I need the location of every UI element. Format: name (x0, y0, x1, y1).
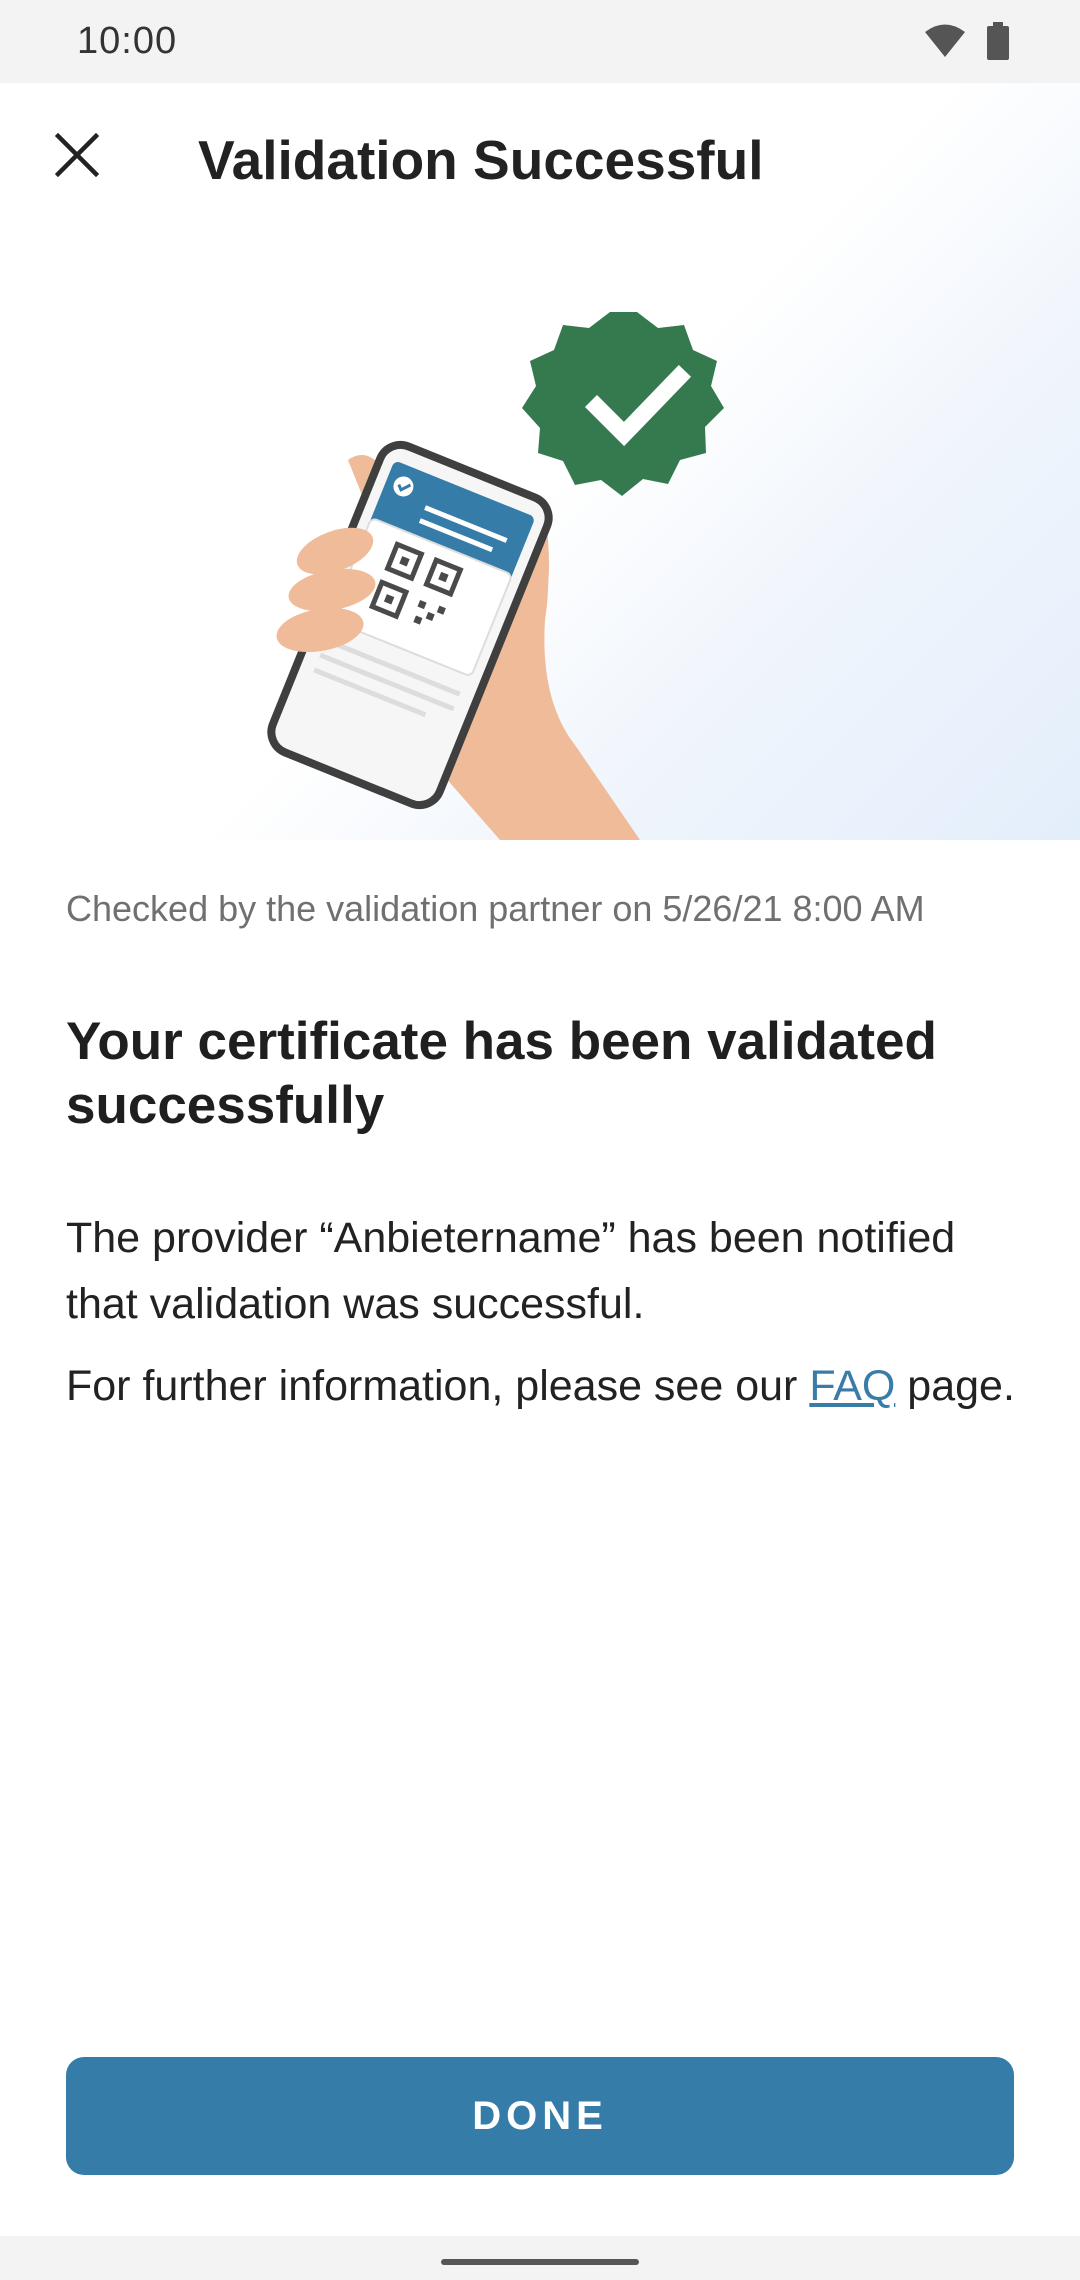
verified-badge-icon (522, 312, 724, 496)
page-title: Validation Successful (198, 129, 764, 191)
hand-holding-phone-illustration (267, 312, 724, 840)
done-button[interactable]: DONE (66, 2057, 1014, 2175)
navigation-bar (0, 2236, 1080, 2280)
faq-paragraph-prefix: For further information, please see our (66, 1362, 810, 1410)
faq-link[interactable]: FAQ (809, 1362, 895, 1410)
status-time: 10:00 (77, 20, 178, 62)
result-heading: Your certificate has been validated succ… (66, 1012, 937, 1135)
home-indicator[interactable] (441, 2259, 639, 2265)
status-icons (924, 22, 1010, 65)
close-button[interactable] (42, 120, 112, 190)
wifi-icon (924, 23, 966, 64)
status-bar: 10:00 (0, 0, 1080, 83)
provider-notice: The provider “Anbietername” has been not… (66, 1214, 956, 1328)
faq-paragraph: For further information, please see our … (66, 1353, 1026, 1419)
battery-icon (986, 22, 1010, 65)
checked-by-text: Checked by the validation partner on 5/2… (66, 888, 925, 929)
close-icon (55, 133, 99, 177)
faq-paragraph-suffix: page. (895, 1362, 1015, 1410)
